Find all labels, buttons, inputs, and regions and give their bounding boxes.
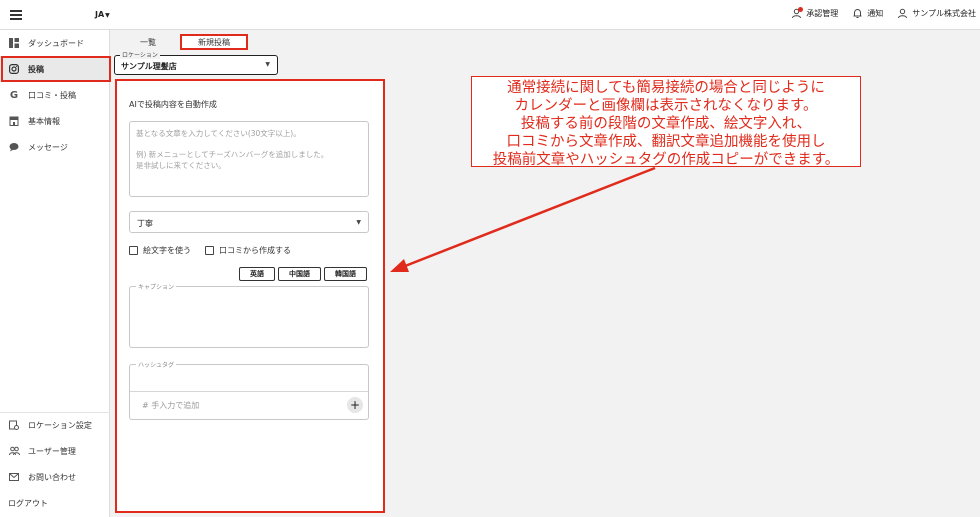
tab-label: 新規投稿 [198, 37, 230, 47]
mail-icon [8, 471, 20, 483]
annotation-line: 投稿する前の段階の文章作成、絵文字入れ、 [520, 116, 812, 132]
approval-person-icon [791, 7, 804, 19]
sidebar-item-label: ログアウト [8, 498, 48, 508]
tab-new-post[interactable]: 新規投稿 [180, 34, 248, 50]
from-review-checkbox[interactable]: 口コミから作成する [205, 245, 291, 256]
annotation-line: 投稿前文章やハッシュタグの作成コピーができます。 [492, 152, 840, 168]
placeholder-line: 基となる文章を入力してください(30文字以上)。 [136, 129, 301, 138]
users-icon [8, 445, 20, 457]
notification-label: 通知 [867, 9, 884, 18]
sidebar-item-label: 基本情報 [28, 116, 60, 126]
tab-label: 一覧 [140, 37, 156, 47]
sidebar-item-label: ダッシュボード [28, 38, 84, 48]
menu-icon[interactable] [10, 10, 22, 20]
annotation-line: 口コミから文章作成、翻訳文章追加機能を使用し [506, 134, 826, 150]
caret-down-icon: ▼ [105, 12, 110, 19]
translate-chinese-button[interactable]: 中国語 [278, 267, 321, 281]
sidebar-item-location-settings[interactable]: ロケーション設定 [0, 412, 110, 438]
checkbox-label: 絵文字を使う [143, 246, 191, 255]
notification-dot [798, 7, 804, 12]
location-select[interactable]: ロケーション サンプル理髪店 ▼ [114, 50, 278, 75]
sidebar-item-basic-info[interactable]: 基本情報 [0, 108, 110, 134]
top-bar: JA▼ 承認管理 通知 サンプル株式会社 [0, 0, 980, 30]
tone-select[interactable]: 丁寧 ▼ [129, 211, 369, 233]
approval-button[interactable]: 承認管理 [791, 7, 839, 19]
hashtag-divider [130, 391, 368, 392]
notification-button[interactable]: 通知 [852, 8, 883, 19]
location-settings-icon [8, 419, 20, 431]
store-icon [8, 115, 20, 127]
language-label: JA [95, 10, 105, 19]
sidebar-item-logout[interactable]: ログアウト [0, 490, 110, 516]
location-field-label: ロケーション [120, 50, 160, 59]
emoji-checkbox[interactable]: 絵文字を使う [129, 245, 191, 256]
hashtag-label: ハッシュタグ [136, 360, 177, 369]
google-icon: G [9, 89, 19, 101]
annotation-line: カレンダーと画像欄は表示されなくなります。 [514, 98, 818, 114]
tab-list[interactable]: 一覧 [120, 34, 176, 50]
translate-korean-button[interactable]: 韓国語 [324, 267, 367, 281]
checkbox-box[interactable] [129, 246, 138, 255]
button-label: 中国語 [289, 270, 310, 278]
add-hashtag-plus-icon[interactable]: + [347, 397, 363, 413]
panel-title: AIで投稿内容を自動作成 [129, 100, 217, 109]
dashboard-icon [8, 37, 20, 49]
sidebar-highlight-frame [1, 56, 111, 82]
hashtag-field[interactable]: ハッシュタグ # 手入力で追加 + [129, 360, 369, 420]
annotation-callout: 通常接続に関しても簡易接続の場合と同じように カレンダーと画像欄は表示されなくな… [471, 76, 861, 168]
sidebar-item-user-management[interactable]: ユーザー管理 [0, 438, 110, 464]
bell-icon [852, 8, 863, 19]
caption-field[interactable]: キャプション [129, 282, 369, 348]
sidebar-item-label: 口コミ・投稿 [28, 90, 76, 100]
approval-label: 承認管理 [806, 9, 839, 18]
caret-down-icon: ▼ [356, 219, 361, 226]
sidebar-item-dashboard[interactable]: ダッシュボード [0, 30, 110, 56]
checkbox-box[interactable] [205, 246, 214, 255]
sidebar-item-label: ユーザー管理 [28, 446, 76, 456]
language-selector[interactable]: JA▼ [95, 10, 110, 19]
translate-english-button[interactable]: 英語 [239, 267, 275, 281]
checkbox-label: 口コミから作成する [219, 246, 291, 255]
sidebar-item-label: お問い合わせ [28, 472, 76, 482]
button-label: 英語 [250, 270, 264, 278]
hashtag-input-placeholder[interactable]: # 手入力で追加 [142, 400, 199, 411]
company-name: サンプル株式会社 [912, 9, 976, 18]
sidebar-item-contact[interactable]: お問い合わせ [0, 464, 110, 490]
user-icon [897, 8, 908, 19]
caret-down-icon: ▼ [265, 61, 270, 68]
sidebar-item-label: メッセージ [28, 142, 68, 152]
chat-icon [8, 141, 20, 153]
sidebar-item-reviews[interactable]: G 口コミ・投稿 [0, 82, 110, 108]
placeholder-line: 是非試しに来てください。 [136, 161, 226, 170]
annotation-line: 通常接続に関しても簡易接続の場合と同じように [507, 80, 825, 96]
sidebar: ダッシュボード 投稿 G 口コミ・投稿 基本情報 メッセージ ロケーション設定 … [0, 30, 110, 517]
source-text-input[interactable]: 基となる文章を入力してください(30文字以上)。 例) 新メニューとしてチーズハ… [129, 121, 369, 197]
location-value: サンプル理髪店 [121, 62, 177, 71]
placeholder-line: 例) 新メニューとしてチーズハンバーグを追加しました。 [136, 150, 329, 159]
caption-label: キャプション [136, 282, 177, 291]
button-label: 韓国語 [335, 270, 356, 278]
sidebar-item-messages[interactable]: メッセージ [0, 134, 110, 160]
tone-value: 丁寧 [137, 219, 153, 228]
sidebar-item-label: ロケーション設定 [28, 420, 92, 430]
account-button[interactable]: サンプル株式会社 [897, 8, 976, 19]
ai-post-panel: AIで投稿内容を自動作成 基となる文章を入力してください(30文字以上)。 例)… [115, 79, 385, 513]
